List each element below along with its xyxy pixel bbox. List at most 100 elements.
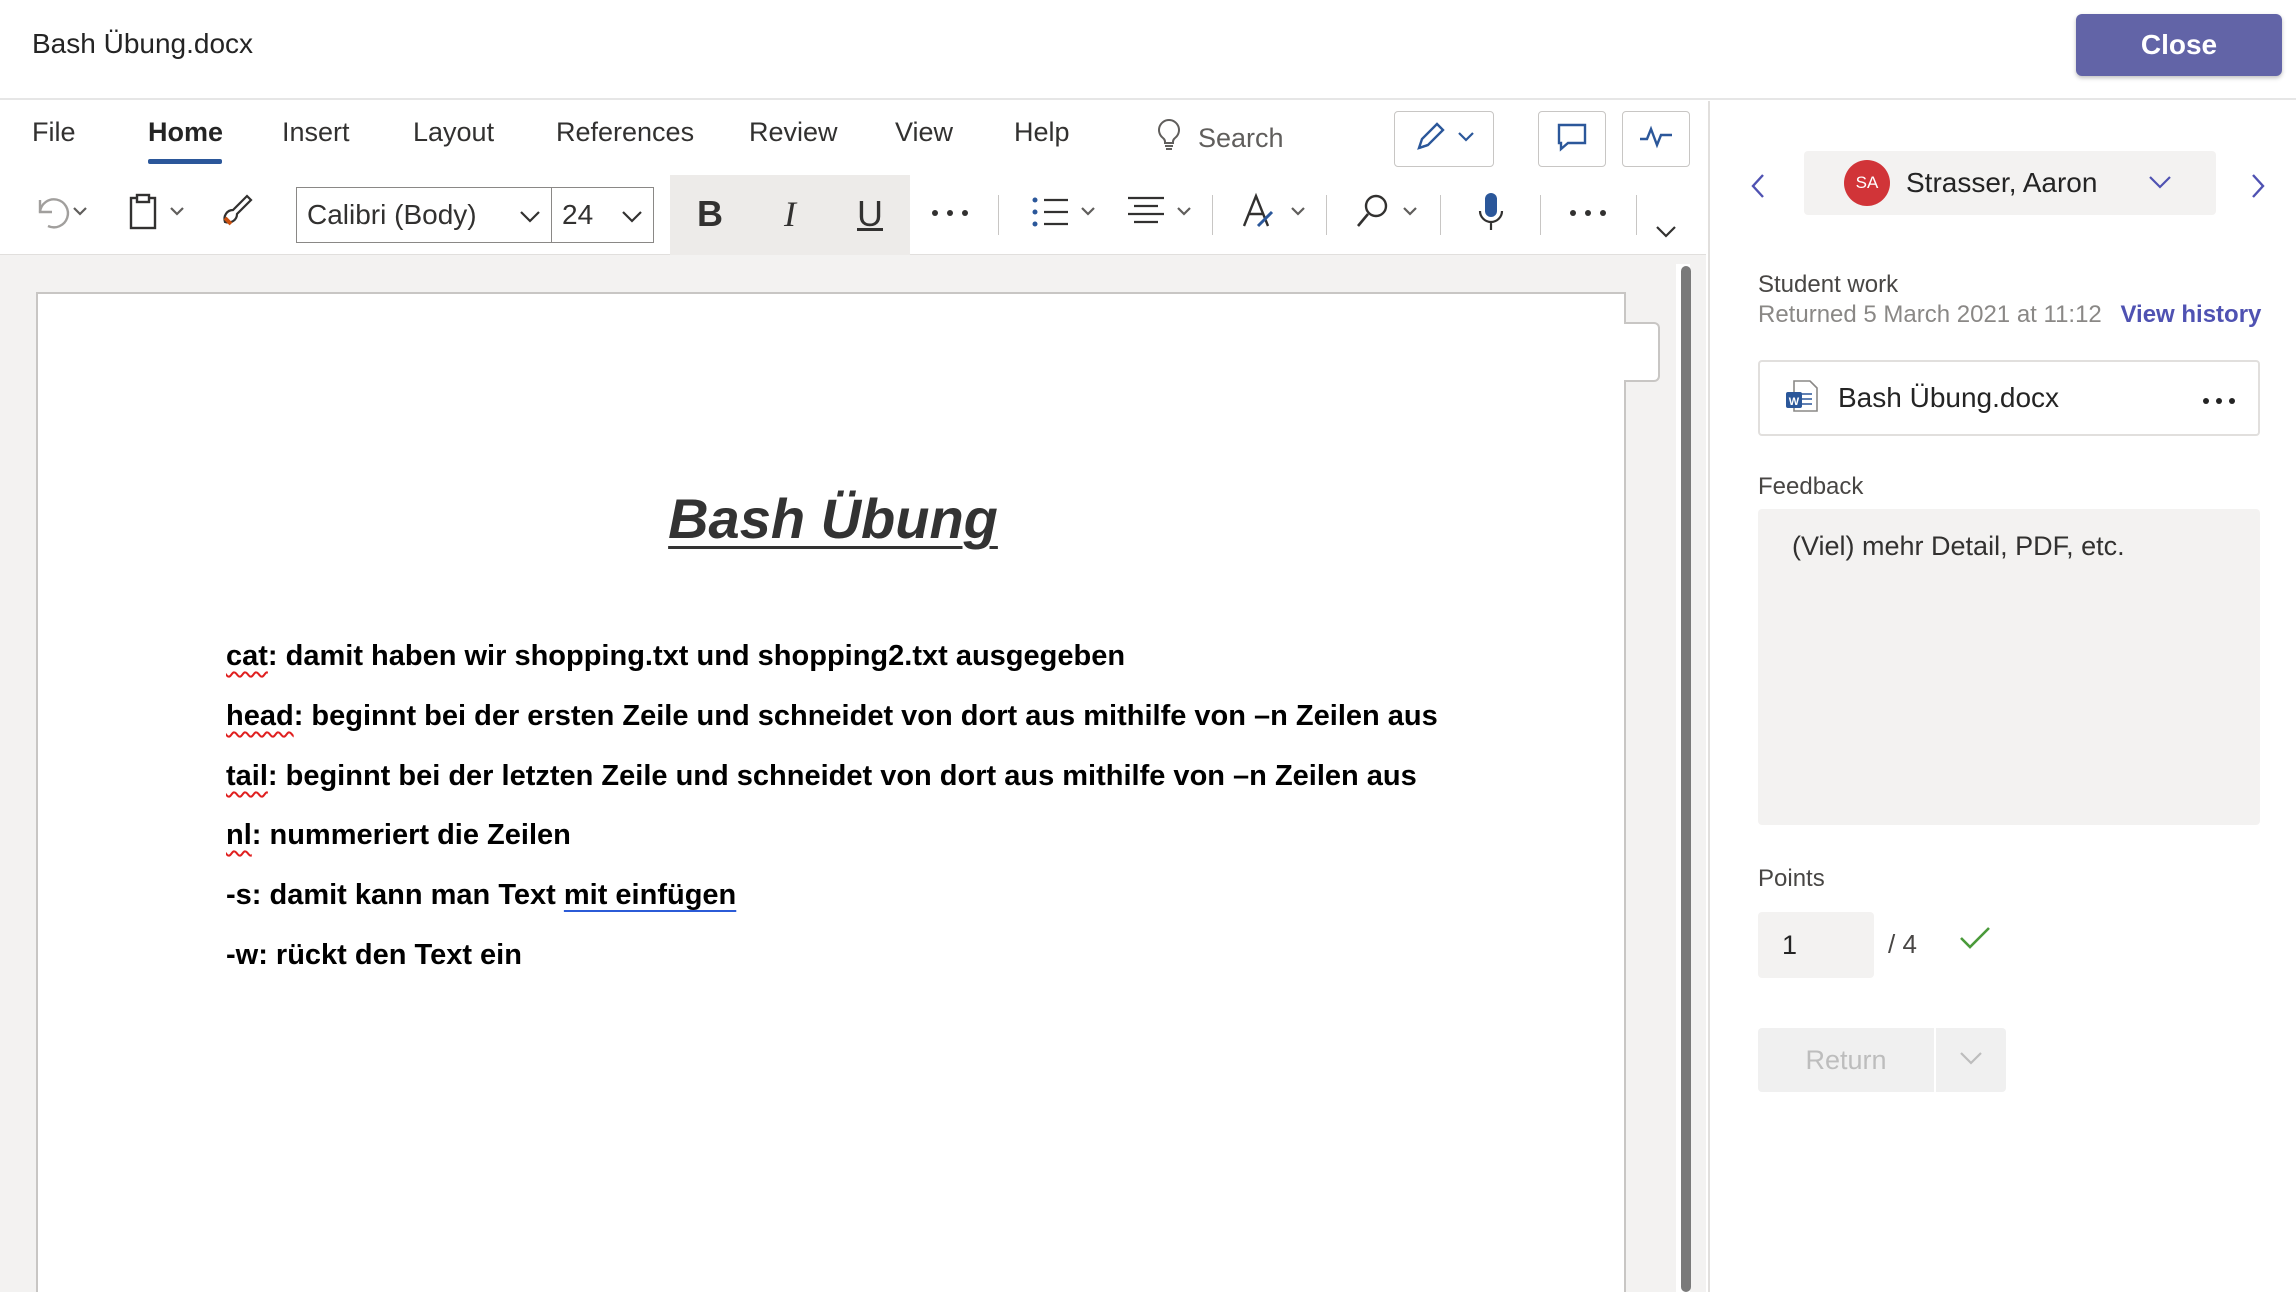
ribbon-toolbar: Calibri (Body) 24 B I U bbox=[0, 175, 1706, 255]
more-icon[interactable] bbox=[2202, 392, 2236, 410]
chevron-down-icon bbox=[2148, 175, 2172, 194]
close-button[interactable]: Close bbox=[2076, 14, 2282, 76]
font-size-value: 24 bbox=[562, 199, 594, 230]
font-name-value: Calibri (Body) bbox=[307, 199, 477, 230]
spellcheck-word[interactable]: head bbox=[226, 700, 294, 732]
separator bbox=[1212, 195, 1213, 235]
search-box[interactable]: Search bbox=[1156, 115, 1284, 161]
paintbrush-icon bbox=[217, 192, 257, 237]
chevron-down-icon bbox=[1457, 130, 1475, 148]
line-text: -w: rückt den Text ein bbox=[226, 939, 522, 971]
check-icon bbox=[1958, 925, 1992, 956]
document-title: Bash Übung.docx bbox=[32, 28, 254, 59]
line-text: : beginnt bei der ersten Zeile und schne… bbox=[293, 700, 1438, 732]
next-student-button[interactable] bbox=[2250, 173, 2266, 204]
svg-text:W: W bbox=[1789, 396, 1800, 408]
more-options-button[interactable] bbox=[1560, 185, 1616, 243]
document-line: cat: damit haben wir shopping.txt und sh… bbox=[226, 640, 1125, 673]
comment-margin-tab[interactable] bbox=[1624, 322, 1660, 382]
underline-button[interactable]: U bbox=[840, 185, 900, 243]
student-name: Strasser, Aaron bbox=[1906, 167, 2098, 198]
italic-button[interactable]: I bbox=[760, 185, 820, 243]
student-work-label: Student work bbox=[1758, 271, 1899, 298]
expand-ribbon-button[interactable] bbox=[1636, 205, 1696, 263]
line-text: -s: damit kann man Text bbox=[226, 879, 564, 911]
activity-icon bbox=[1638, 125, 1674, 154]
document-page[interactable]: Bash Übung cat: damit haben wir shopping… bbox=[36, 292, 1626, 1292]
document-line: head: beginnt bei der ersten Zeile und s… bbox=[226, 700, 1438, 733]
styles-button[interactable] bbox=[1236, 185, 1316, 243]
grading-panel: SA Strasser, Aaron Student work Returned… bbox=[1708, 101, 2296, 1292]
search-label: Search bbox=[1198, 122, 1284, 153]
tab-insert[interactable]: Insert bbox=[282, 117, 350, 148]
spellcheck-word[interactable]: cat bbox=[226, 640, 268, 672]
find-button[interactable] bbox=[1350, 185, 1430, 243]
tab-file[interactable]: File bbox=[32, 117, 76, 148]
document-line: tail: beginnt bei der letzten Zeile und … bbox=[226, 760, 1417, 793]
avatar: SA bbox=[1844, 160, 1890, 206]
title-bar: Bash Übung.docx Close bbox=[0, 0, 2296, 100]
undo-button[interactable] bbox=[20, 185, 100, 243]
active-tab-indicator bbox=[148, 159, 222, 164]
spellcheck-word[interactable]: nl bbox=[226, 819, 252, 851]
tab-help[interactable]: Help bbox=[1014, 117, 1070, 148]
more-icon bbox=[1568, 205, 1608, 223]
bullet-list-icon bbox=[1030, 194, 1102, 235]
bold-button[interactable]: B bbox=[680, 185, 740, 243]
feedback-label: Feedback bbox=[1758, 473, 1864, 500]
grammar-suggestion[interactable]: mit einfügen bbox=[564, 879, 736, 911]
line-text: : nummeriert die Zeilen bbox=[251, 819, 571, 851]
font-name-select[interactable]: Calibri (Body) bbox=[296, 187, 552, 243]
file-card[interactable]: W Bash Übung.docx bbox=[1758, 360, 2260, 436]
lightbulb-icon bbox=[1156, 118, 1182, 159]
editing-mode-button[interactable] bbox=[1394, 111, 1494, 167]
paste-button[interactable] bbox=[120, 185, 200, 243]
chevron-down-icon bbox=[1655, 225, 1677, 244]
more-icon bbox=[930, 205, 970, 223]
chevron-down-icon bbox=[519, 199, 541, 231]
scrollbar-thumb[interactable] bbox=[1681, 266, 1691, 1292]
return-button[interactable]: Return bbox=[1758, 1028, 1934, 1092]
undo-icon bbox=[30, 192, 90, 237]
separator bbox=[1440, 195, 1441, 235]
student-selector[interactable]: SA Strasser, Aaron bbox=[1804, 151, 2216, 215]
chevron-down-icon bbox=[1959, 1051, 1983, 1070]
dictate-button[interactable] bbox=[1466, 185, 1516, 243]
tab-view[interactable]: View bbox=[895, 117, 953, 148]
pencil-icon bbox=[1413, 120, 1447, 159]
tab-review[interactable]: Review bbox=[749, 117, 838, 148]
view-history-link[interactable]: View history bbox=[2120, 301, 2261, 328]
format-painter-button[interactable] bbox=[212, 185, 262, 243]
document-line: -s: damit kann man Text mit einfügen bbox=[226, 879, 736, 912]
word-file-icon: W bbox=[1784, 378, 1820, 419]
chevron-down-icon bbox=[621, 199, 643, 231]
align-button[interactable] bbox=[1122, 185, 1202, 243]
comment-icon bbox=[1556, 122, 1588, 157]
points-total: / 4 bbox=[1888, 929, 1917, 959]
line-text: : damit haben wir shopping.txt und shopp… bbox=[267, 640, 1126, 672]
tab-home[interactable]: Home bbox=[148, 117, 223, 148]
tab-layout[interactable]: Layout bbox=[413, 117, 494, 148]
separator bbox=[1540, 195, 1541, 235]
previous-student-button[interactable] bbox=[1750, 173, 1766, 204]
feedback-textarea[interactable]: (Viel) mehr Detail, PDF, etc. bbox=[1758, 509, 2260, 825]
separator bbox=[1326, 195, 1327, 235]
points-label: Points bbox=[1758, 865, 1825, 892]
microphone-icon bbox=[1476, 191, 1506, 238]
spellcheck-word[interactable]: tail bbox=[226, 760, 268, 792]
document-line: -w: rückt den Text ein bbox=[226, 939, 522, 972]
font-size-select[interactable]: 24 bbox=[551, 187, 654, 243]
bullets-button[interactable] bbox=[1026, 185, 1106, 243]
return-options-button[interactable] bbox=[1936, 1028, 2006, 1092]
search-icon bbox=[1354, 192, 1426, 237]
separator bbox=[998, 195, 999, 235]
line-text: : beginnt bei der letzten Zeile und schn… bbox=[267, 760, 1417, 792]
more-font-options-button[interactable] bbox=[922, 185, 978, 243]
tab-references[interactable]: References bbox=[556, 117, 694, 148]
comments-button[interactable] bbox=[1538, 111, 1606, 167]
align-center-icon bbox=[1126, 194, 1198, 235]
points-input[interactable]: 1 bbox=[1758, 912, 1874, 978]
file-name: Bash Übung.docx bbox=[1838, 382, 2060, 413]
activity-button[interactable] bbox=[1622, 111, 1690, 167]
clipboard-icon bbox=[125, 192, 195, 237]
